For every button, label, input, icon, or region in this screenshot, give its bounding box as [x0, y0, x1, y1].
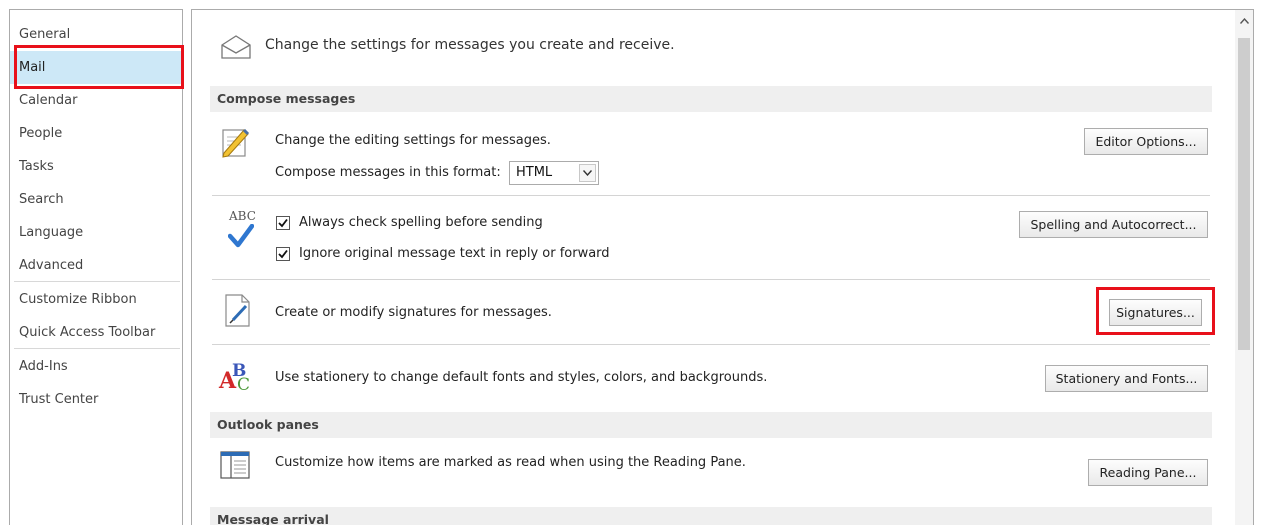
ignore-original-text-label[interactable]: Ignore original message text in reply or…	[299, 246, 610, 261]
signatures-button[interactable]: Signatures...	[1109, 299, 1202, 326]
section-compose-messages: Compose messages	[210, 86, 1212, 112]
sidebar-item-tasks[interactable]: Tasks	[10, 150, 182, 183]
sidebar-item-customize-ribbon[interactable]: Customize Ribbon	[10, 283, 182, 316]
sidebar-item-mail[interactable]: Mail	[10, 51, 182, 84]
header-description: Change the settings for messages you cre…	[265, 37, 675, 53]
spelling-autocorrect-button[interactable]: Spelling and Autocorrect...	[1019, 211, 1208, 238]
sidebar-item-advanced[interactable]: Advanced	[10, 249, 182, 282]
editing-settings-text: Change the editing settings for messages…	[275, 133, 551, 148]
sidebar-item-calendar[interactable]: Calendar	[10, 84, 182, 117]
row-divider	[212, 195, 1210, 196]
sidebar-item-people[interactable]: People	[10, 117, 182, 150]
options-sidebar: General Mail Calendar People Tasks Searc…	[9, 9, 183, 525]
scroll-thumb[interactable]	[1238, 38, 1250, 350]
reading-pane-button[interactable]: Reading Pane...	[1088, 459, 1208, 486]
vertical-scrollbar[interactable]	[1235, 10, 1253, 525]
edit-document-icon	[222, 128, 250, 158]
reading-pane-description: Customize how items are marked as read w…	[275, 455, 746, 470]
stationery-fonts-button[interactable]: Stationery and Fonts...	[1045, 365, 1208, 392]
section-message-arrival: Message arrival	[210, 507, 1212, 525]
compose-format-value: HTML	[516, 165, 553, 180]
section-outlook-panes: Outlook panes	[210, 412, 1212, 438]
sidebar-item-language[interactable]: Language	[10, 216, 182, 249]
signature-document-icon	[225, 294, 250, 327]
scroll-up-arrow-icon[interactable]	[1235, 10, 1253, 32]
row-divider	[212, 344, 1210, 345]
abc-spelling-icon-label: ABC	[229, 209, 256, 223]
checkbox-check-icon	[278, 249, 288, 259]
row-divider	[212, 279, 1210, 280]
signatures-description: Create or modify signatures for messages…	[275, 305, 552, 320]
sidebar-item-general[interactable]: General	[10, 18, 182, 51]
checkmark-icon	[228, 224, 254, 248]
sidebar-item-search[interactable]: Search	[10, 183, 182, 216]
sidebar-item-trust-center[interactable]: Trust Center	[10, 383, 182, 416]
always-check-spelling-checkbox[interactable]	[276, 216, 290, 230]
sidebar-divider	[14, 348, 180, 349]
stationery-description: Use stationery to change default fonts a…	[275, 370, 768, 385]
stationery-fonts-icon: A B C	[218, 361, 250, 392]
envelope-icon	[221, 35, 251, 59]
mail-options-panel: Change the settings for messages you cre…	[191, 9, 1254, 525]
checkbox-check-icon	[278, 218, 288, 228]
reading-pane-icon	[220, 451, 250, 479]
editor-options-button[interactable]: Editor Options...	[1084, 128, 1208, 155]
always-check-spelling-label[interactable]: Always check spelling before sending	[299, 215, 543, 230]
compose-format-label: Compose messages in this format:	[275, 165, 501, 180]
ignore-original-text-checkbox[interactable]	[276, 247, 290, 261]
compose-format-select[interactable]: HTML	[509, 161, 599, 185]
sidebar-divider	[14, 281, 180, 282]
svg-text:C: C	[237, 375, 250, 392]
chevron-down-icon[interactable]	[579, 164, 596, 182]
sidebar-item-quick-access-toolbar[interactable]: Quick Access Toolbar	[10, 316, 182, 349]
sidebar-item-add-ins[interactable]: Add-Ins	[10, 350, 182, 383]
